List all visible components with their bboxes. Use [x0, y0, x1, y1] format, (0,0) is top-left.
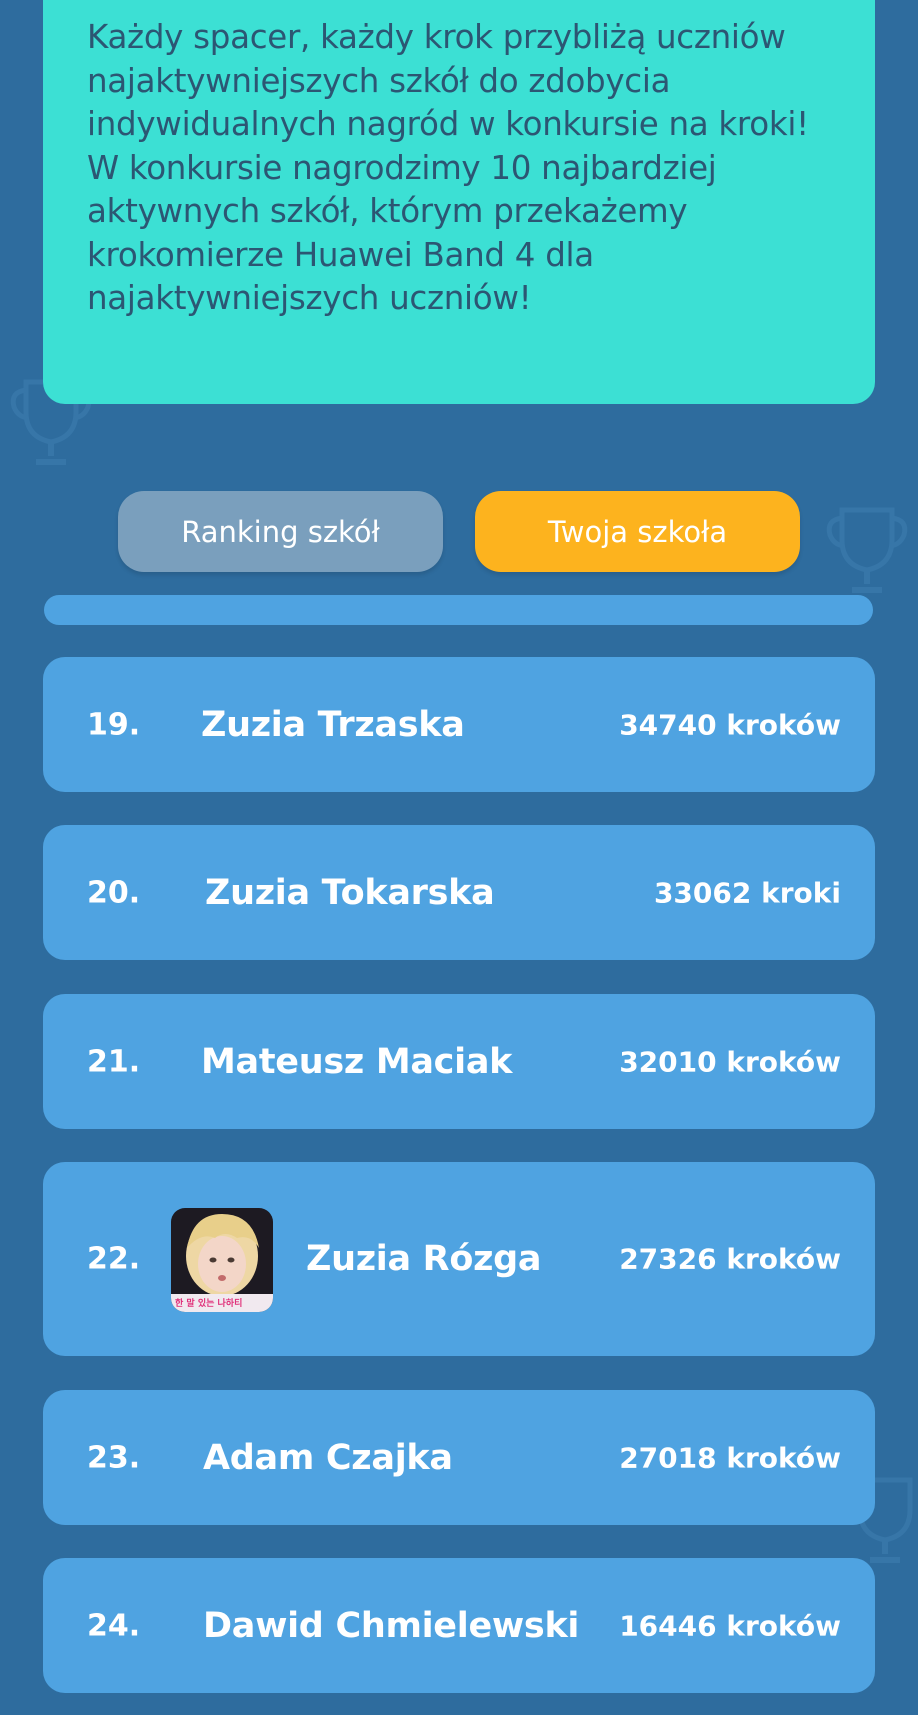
- student-name: Adam Czajka: [203, 1437, 453, 1478]
- intro-text: Każdy spacer, każdy krok przybliżą uczni…: [87, 18, 809, 317]
- avatar-caption: 한 말 있는 나하티: [175, 1297, 242, 1309]
- student-name: Zuzia Trzaska: [201, 704, 465, 745]
- intro-card: Każdy spacer, każdy krok przybliżą uczni…: [43, 0, 875, 404]
- step-count: 16446 kroków: [619, 1609, 841, 1642]
- ranking-row[interactable]: 24. Dawid Chmielewski 16446 kroków: [43, 1558, 875, 1693]
- rank-number: 21.: [87, 1044, 141, 1079]
- step-count: 32010 kroków: [619, 1045, 841, 1078]
- ranking-row[interactable]: 23. Adam Czajka 27018 kroków: [43, 1390, 875, 1525]
- rank-number: 23.: [87, 1440, 141, 1475]
- rank-number: 22.: [87, 1241, 141, 1277]
- student-name: Mateusz Maciak: [201, 1041, 513, 1082]
- ranking-row[interactable]: 22. 한 말 있는 나하티 Zuzia Rózga 27326 kroków: [43, 1162, 875, 1356]
- tab-school-ranking[interactable]: Ranking szkół: [118, 491, 443, 572]
- student-name: Zuzia Tokarska: [205, 872, 495, 913]
- user-photo-icon: 한 말 있는 나하티: [171, 1208, 273, 1312]
- ranking-row[interactable]: 21. Mateusz Maciak 32010 kroków: [43, 994, 875, 1129]
- step-count: 34740 kroków: [619, 708, 841, 741]
- ranking-row[interactable]: 20. Zuzia Tokarska 33062 kroki: [43, 825, 875, 960]
- rank-number: 19.: [87, 707, 141, 742]
- step-count: 33062 kroki: [653, 876, 841, 909]
- rank-number: 20.: [87, 875, 141, 910]
- list-top-edge: [44, 595, 873, 625]
- tab-your-school[interactable]: Twoja szkoła: [475, 491, 800, 572]
- rank-number: 24.: [87, 1608, 141, 1643]
- avatar: 한 말 있는 나하티: [171, 1208, 273, 1312]
- step-count: 27018 kroków: [619, 1441, 841, 1474]
- step-count: 27326 kroków: [619, 1242, 841, 1276]
- trophy-background-icon: [826, 507, 908, 593]
- student-name: Dawid Chmielewski: [203, 1605, 580, 1646]
- student-name: Zuzia Rózga: [306, 1239, 542, 1279]
- ranking-row[interactable]: 19. Zuzia Trzaska 34740 kroków: [43, 657, 875, 792]
